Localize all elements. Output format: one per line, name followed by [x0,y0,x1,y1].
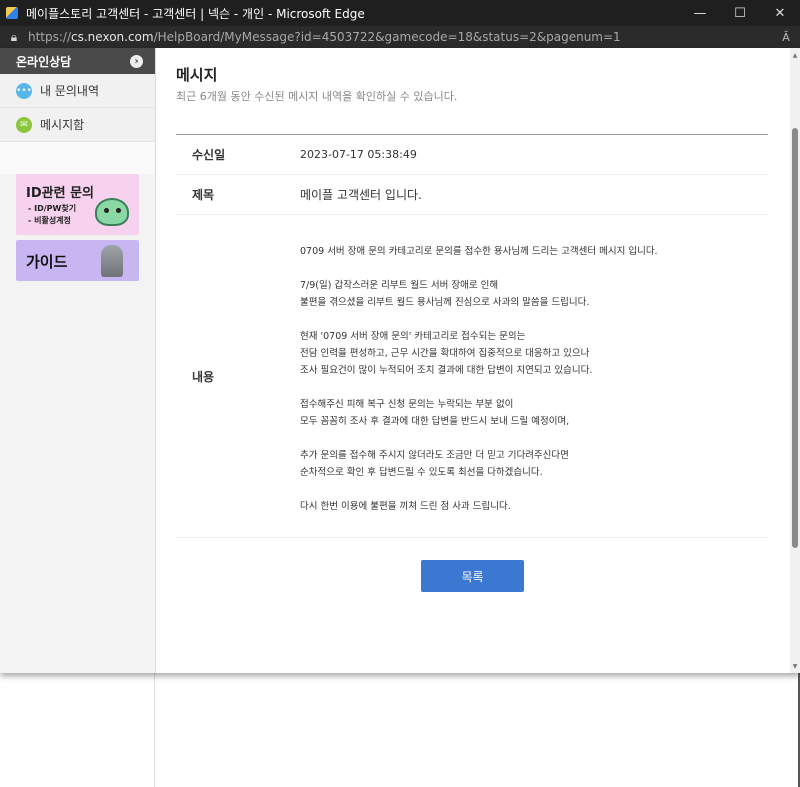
id-banner-line: - 비활성계정 [28,216,71,225]
main-content: 메시지 최근 6개월 동안 수신된 메시지 내역을 확인하실 수 있습니다. 수… [156,48,790,673]
maplestory-app-icon [6,7,18,19]
envelope-icon: ✉ [16,116,32,133]
url-path: /HelpBoard/MyMessage?id=4503722&gamecode… [153,30,621,44]
scroll-up-icon[interactable]: ▲ [790,50,800,60]
sidebar-item-messages[interactable]: ✉ 메시지함 [0,108,155,142]
id-inquiry-banner[interactable]: ID관련 문의 - ID/PW찾기 - 비활성계정 [16,174,139,235]
window-title: 메이플스토리 고객센터 - 고객센터 | 넥슨 - 개인 - Microsoft… [26,6,365,21]
background-page [0,673,800,787]
address-bar[interactable]: 🔒︎ https://cs.nexon.com/HelpBoard/MyMess… [0,26,800,48]
lock-icon[interactable]: 🔒︎ [0,30,28,45]
page-title: 메시지 [176,66,218,84]
close-button[interactable]: ✕ [760,0,800,26]
id-banner-line: - ID/PW찾기 [28,204,77,213]
background-sidebar [0,673,155,787]
scrollbar-thumb[interactable] [792,128,798,548]
message-line: 7/9(일) 갑작스러운 리부트 월드 서버 장애로 인해 [300,280,499,291]
content-label: 내용 [192,369,215,384]
message-paragraph: 현재 '0709 서버 장애 문의' 카테고리로 접수되는 문의는 전담 인력을… [300,328,658,379]
id-banner-title: ID관련 문의 [26,186,94,201]
vertical-scrollbar[interactable]: ▲ ▼ [790,48,800,673]
statue-icon [101,245,123,277]
message-paragraph: 접수해주신 피해 복구 신청 문의는 누락되는 부분 없이 모두 꼼꼼히 조사 … [300,396,658,430]
read-aloud-icon[interactable]: Ă [772,31,800,44]
content-value: 0709 서버 장애 문의 카테고리로 문의를 접수한 용사님께 드리는 고객센… [300,215,768,537]
message-line: 순차적으로 확인 후 답변드릴 수 있도록 최선을 다하겠습니다. [300,467,543,478]
message-line: 불편을 겪으셨을 리부트 월드 용사님께 진심으로 사과의 말씀을 드립니다. [300,297,590,308]
message-line: 추가 문의를 접수해 주시지 않더라도 조금만 더 믿고 기다려주신다면 [300,450,569,461]
message-line: 조사 필요건이 많이 누적되어 조치 결과에 대한 답변이 지연되고 있습니다. [300,365,593,376]
message-line: 모두 꼼꼼히 조사 후 결과에 대한 답변을 반드시 보내 드릴 예정이며, [300,416,570,427]
message-paragraph: 7/9(일) 갑작스러운 리부트 월드 서버 장애로 인해 불편을 겪으셨을 리… [300,277,658,311]
maximize-button[interactable]: ☐ [720,0,760,26]
table-row-content: 내용 0709 서버 장애 문의 카테고리로 문의를 접수한 용사님께 드리는 … [176,215,768,538]
page-description: 최근 6개월 동안 수신된 메시지 내역을 확인하실 수 있습니다. [176,90,458,103]
message-paragraph: 다시 한번 이용에 불편을 끼쳐 드린 점 사과 드립니다. [300,498,658,515]
speech-bubble-icon: ••• [16,82,32,99]
message-table: 수신일 2023-07-17 05:38:49 제목 메이플 고객센터 입니다.… [176,134,768,538]
url-text[interactable]: https://cs.nexon.com/HelpBoard/MyMessage… [28,30,772,44]
sidebar-item-label: 메시지함 [40,118,85,132]
guide-banner-title: 가이드 [26,253,68,271]
sidebar: 온라인상담 › ••• 내 문의내역 ✉ 메시지함 ID관련 문의 - ID/P… [0,48,156,673]
message-line: 다시 한번 이용에 불편을 끼쳐 드린 점 사과 드립니다. [300,501,511,512]
browser-title-bar: 메이플스토리 고객센터 - 고객센터 | 넥슨 - 개인 - Microsoft… [0,0,800,26]
subject-label: 제목 [192,188,215,202]
scroll-down-icon[interactable]: ▼ [790,661,800,671]
guide-banner[interactable]: 가이드 [16,240,139,281]
chevron-right-icon[interactable]: › [130,54,143,68]
message-body: 0709 서버 장애 문의 카테고리로 문의를 접수한 용사님께 드리는 고객센… [300,215,658,532]
subject-value: 메이플 고객센터 입니다. [300,188,422,202]
table-row-date: 수신일 2023-07-17 05:38:49 [176,135,768,175]
url-host: cs.nexon.com [71,30,154,44]
minimize-button[interactable]: — [680,0,720,26]
message-paragraph: 추가 문의를 접수해 주시지 않더라도 조금만 더 믿고 기다려주신다면 순차적… [300,447,658,481]
sidebar-header-label: 온라인상담 [16,54,72,69]
sidebar-header[interactable]: 온라인상담 › [0,48,155,74]
url-scheme: https:// [28,30,72,44]
message-line: 접수해주신 피해 복구 신청 문의는 누락되는 부분 없이 [300,399,514,410]
date-value: 2023-07-17 05:38:49 [300,148,417,161]
list-button[interactable]: 목록 [421,560,524,592]
message-popup: 온라인상담 › ••• 내 문의내역 ✉ 메시지함 ID관련 문의 - ID/P… [0,48,800,673]
sidebar-item-label: 내 문의내역 [40,84,100,98]
table-row-subject: 제목 메이플 고객센터 입니다. [176,175,768,215]
date-label: 수신일 [192,148,226,162]
slime-mascot-icon [95,198,129,226]
message-line: 전담 인력을 편성하고, 근무 시간을 확대하여 집중적으로 대응하고 있으나 [300,348,590,359]
sidebar-spacer [0,142,155,174]
sidebar-item-my-inquiries[interactable]: ••• 내 문의내역 [0,74,155,108]
message-paragraph: 0709 서버 장애 문의 카테고리로 문의를 접수한 용사님께 드리는 고객센… [300,243,658,260]
message-line: 현재 '0709 서버 장애 문의' 카테고리로 접수되는 문의는 [300,331,526,342]
message-line: 0709 서버 장애 문의 카테고리로 문의를 접수한 용사님께 드리는 고객센… [300,246,658,257]
